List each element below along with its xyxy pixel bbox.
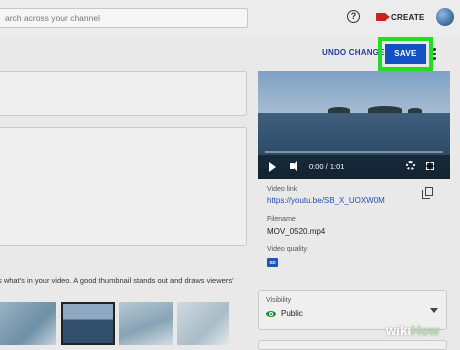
thumbnail-option[interactable] [0,302,56,345]
create-button[interactable]: CREATE [391,13,425,22]
thumbnail-option-selected[interactable] [61,302,115,345]
video-island [328,107,350,113]
visibility-label: Visibility [266,297,292,304]
video-time: 0:00 / 1:01 [309,162,345,171]
video-quality-label: Video quality [267,246,307,253]
video-progress-bar[interactable] [265,151,443,153]
fullscreen-icon[interactable] [425,161,435,171]
video-controls: 0:00 / 1:01 [258,155,450,179]
filename-label: Filename [267,216,296,223]
filename-value: MOV_0520.mp4 [267,227,326,236]
video-link-label: Video link [267,186,298,193]
search-input[interactable]: arch across your channel [0,8,248,28]
avatar[interactable] [436,8,454,26]
sd-quality-badge: SD [267,258,278,267]
dropdown-caret-icon[interactable] [430,308,438,313]
title-field[interactable] [0,71,247,116]
copy-icon[interactable] [422,187,433,199]
top-bar: arch across your channel ? CREATE [0,0,460,36]
thumbnail-option[interactable] [119,302,173,345]
video-island [408,108,422,113]
search-placeholder: arch across your channel [5,13,100,23]
video-link[interactable]: https://youtu.be/SB_X_UOXW0M [267,196,385,205]
settings-gear-icon[interactable] [406,161,415,170]
save-button[interactable]: SAVE [385,44,426,64]
thumbnail-option[interactable] [177,302,229,345]
play-icon[interactable] [269,162,276,172]
video-player[interactable]: 0:00 / 1:01 [258,71,450,179]
description-field[interactable] [0,127,247,246]
more-options-icon[interactable] [433,48,436,61]
help-icon[interactable]: ? [347,10,360,23]
thumbnail-hint-text: s what's in your video. A good thumbnail… [0,276,234,285]
next-field[interactable] [258,340,447,350]
volume-icon[interactable] [290,161,297,171]
visibility-value: Public [281,309,303,318]
eye-icon [266,311,276,317]
wikihow-watermark: wikiHow [386,323,440,338]
video-sky [258,71,450,113]
video-island [368,106,402,113]
video-camera-icon[interactable] [376,13,390,21]
